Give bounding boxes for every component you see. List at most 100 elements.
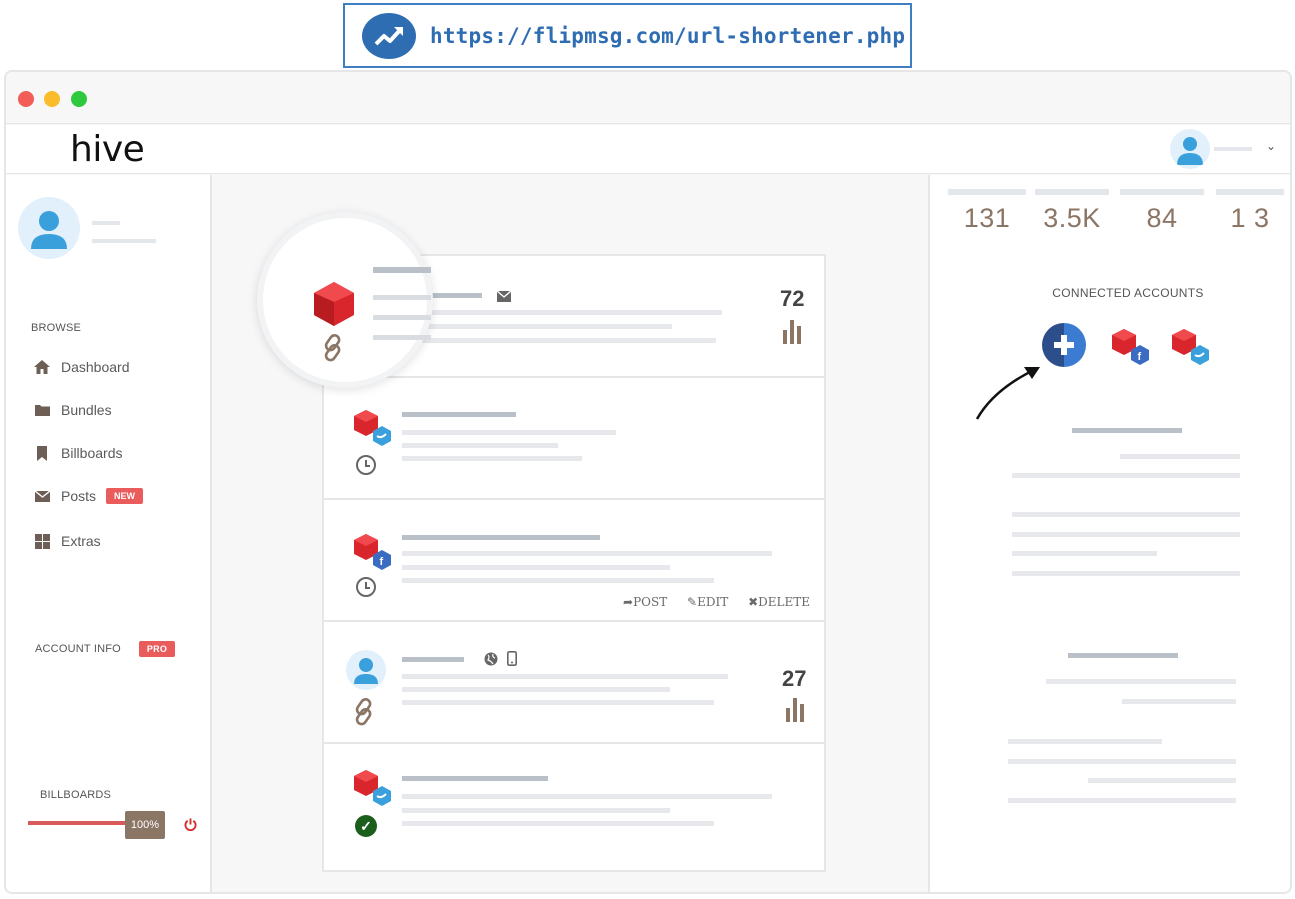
user-avatar[interactable] — [1170, 129, 1210, 169]
sidebar-item-label: Extras — [61, 533, 101, 549]
envelope-icon — [496, 289, 512, 307]
text-placeholder — [373, 295, 431, 300]
text-placeholder — [402, 700, 714, 705]
home-icon — [34, 359, 50, 375]
bar-chart-icon[interactable] — [785, 696, 809, 722]
twitter-account-icon — [354, 770, 391, 806]
stat-value: 3.5K — [1043, 203, 1101, 233]
text-placeholder — [402, 412, 516, 417]
titlebar — [6, 72, 1290, 124]
envelope-icon — [34, 488, 50, 504]
text-placeholder — [1120, 454, 1240, 459]
click-count: 27 — [782, 666, 807, 691]
feed-card[interactable]: 27 — [322, 620, 826, 744]
text-placeholder — [373, 267, 431, 273]
click-count: 72 — [780, 286, 805, 311]
url-banner: https://flipmsg.com/url-shortener.php — [343, 3, 912, 68]
text-placeholder — [402, 535, 600, 540]
minimize-window-button[interactable] — [44, 91, 60, 107]
sidebar-item-posts[interactable]: Posts NEW — [34, 488, 144, 504]
feed-card[interactable]: f ➦POST ✎EDIT ✖DELETE — [322, 498, 826, 622]
profile-avatar[interactable] — [18, 197, 80, 259]
zoom-magnifier — [257, 212, 433, 388]
globe-icon — [484, 652, 498, 666]
chevron-down-icon[interactable]: ⌄ — [1266, 139, 1276, 153]
text-placeholder — [1072, 428, 1182, 433]
link-icon[interactable] — [352, 698, 376, 726]
browse-heading: BROWSE — [31, 322, 82, 334]
post-actions: ➦POST ✎EDIT ✖DELETE — [607, 595, 810, 609]
twitter-account-icon[interactable] — [1170, 327, 1212, 369]
close-window-button[interactable] — [18, 91, 34, 107]
ruby-gem-icon — [314, 282, 354, 326]
twitter-account-icon — [354, 410, 391, 446]
app-header: hive ⌄ — [6, 125, 1290, 174]
avatar — [346, 650, 386, 690]
sidebar: BROWSE Dashboard Bundles Billboards Post… — [6, 175, 212, 892]
account-info-label: ACCOUNT INFO — [35, 643, 121, 655]
power-icon[interactable] — [184, 818, 197, 834]
stat-value: 131 — [963, 203, 1011, 233]
text-placeholder — [402, 565, 670, 570]
stat-value: 1 3 — [1230, 203, 1270, 233]
sidebar-item-extras[interactable]: Extras — [34, 533, 101, 549]
svg-text:f: f — [380, 556, 384, 568]
trending-up-icon — [362, 12, 416, 59]
sidebar-item-dashboard[interactable]: Dashboard — [34, 359, 130, 375]
text-placeholder — [373, 315, 431, 320]
delete-button[interactable]: ✖DELETE — [748, 595, 810, 609]
text-placeholder — [1012, 512, 1240, 517]
feed-card[interactable] — [322, 376, 826, 500]
mobile-icon — [507, 651, 517, 666]
folder-icon — [34, 402, 50, 418]
hive-logo[interactable]: hive — [70, 129, 145, 170]
text-placeholder — [1068, 653, 1178, 658]
grid-icon — [34, 533, 50, 549]
sidebar-item-label: Billboards — [61, 445, 123, 461]
progress-value: 100% — [125, 811, 165, 839]
text-placeholder — [402, 776, 548, 781]
arrow-annotation — [975, 367, 1040, 420]
sidebar-item-bundles[interactable]: Bundles — [34, 402, 112, 418]
stat-label-placeholder — [1035, 189, 1109, 195]
facebook-account-icon: f — [354, 534, 391, 570]
url-text[interactable]: https://flipmsg.com/url-shortener.php — [430, 24, 905, 48]
stat-block: 84 — [1120, 189, 1204, 234]
maximize-window-button[interactable] — [71, 91, 87, 107]
feed-card[interactable]: ✓ — [322, 742, 826, 872]
billboards-progress-bar — [28, 821, 128, 825]
sidebar-item-label: Posts — [61, 488, 97, 504]
text-placeholder — [402, 551, 772, 556]
stat-label-placeholder — [948, 189, 1026, 195]
sidebar-item-billboards[interactable]: Billboards — [34, 445, 122, 461]
svg-text:f: f — [1138, 351, 1142, 363]
edit-button[interactable]: ✎EDIT — [687, 595, 728, 609]
connected-accounts-heading: CONNECTED ACCOUNTS — [1052, 286, 1204, 300]
account-info-heading: ACCOUNT INFO PRO — [35, 641, 176, 657]
plus-icon — [1054, 335, 1074, 355]
profile-name-placeholder — [92, 221, 120, 225]
profile-meta-placeholder — [92, 239, 156, 243]
text-placeholder — [1008, 759, 1236, 764]
bar-chart-icon[interactable] — [782, 318, 806, 344]
text-placeholder — [1012, 532, 1240, 537]
check-icon: ✓ — [355, 815, 377, 837]
add-account-button[interactable] — [1042, 323, 1086, 367]
text-placeholder — [1122, 699, 1236, 704]
text-placeholder — [402, 687, 670, 692]
sidebar-item-label: Dashboard — [61, 359, 130, 375]
facebook-account-icon[interactable]: f — [1110, 327, 1152, 369]
stat-label-placeholder — [1216, 189, 1284, 195]
new-badge: NEW — [106, 488, 144, 504]
clock-icon — [356, 455, 376, 475]
text-placeholder — [402, 430, 616, 435]
text-placeholder — [402, 821, 714, 826]
stat-block: 3.5K — [1035, 189, 1109, 234]
stat-value: 84 — [1146, 203, 1178, 233]
post-button[interactable]: ➦POST — [623, 595, 667, 609]
link-icon[interactable] — [321, 334, 345, 362]
stat-block: 1 3 — [1216, 189, 1284, 234]
text-placeholder — [402, 808, 670, 813]
text-placeholder — [402, 794, 772, 799]
text-placeholder — [402, 456, 582, 461]
